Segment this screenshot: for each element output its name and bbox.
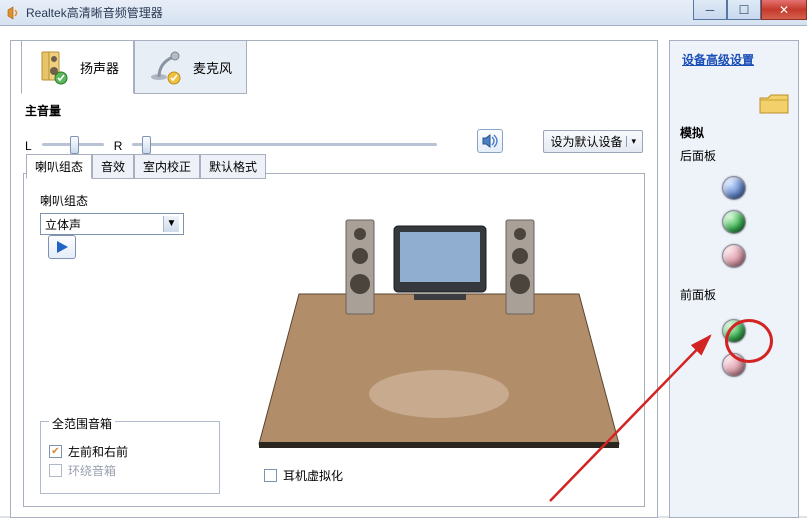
balance-slider[interactable] xyxy=(42,135,104,153)
set-default-label: 设为默认设备 xyxy=(550,133,622,150)
main-panel: 扬声器 麦克风 主音量 L R xyxy=(10,40,658,518)
rear-panel-label: 后面板 xyxy=(670,145,798,166)
play-icon xyxy=(55,240,69,254)
device-tabs: 扬声器 麦克风 xyxy=(21,40,657,94)
mute-button[interactable] xyxy=(477,129,503,153)
side-panel: 设备高级设置 模拟 后面板 前面板 xyxy=(669,40,799,518)
tab-room-correction[interactable]: 室内校正 xyxy=(134,154,200,179)
tab-microphone-label: 麦克风 xyxy=(193,58,232,77)
balance-right-label: R xyxy=(114,139,123,153)
headphone-virtualization-row: 耳机虚拟化 xyxy=(264,467,343,484)
front-lr-label: 左前和右前 xyxy=(68,443,128,460)
rear-jack-green[interactable] xyxy=(722,210,746,234)
microphone-icon xyxy=(149,49,185,85)
room-preview xyxy=(254,184,624,464)
full-range-group: 全范围音箱 ✔ 左前和右前 环绕音箱 xyxy=(40,421,220,494)
title-bar: Realtek高清晰音频管理器 ─ ☐ ✕ xyxy=(0,0,807,26)
config-tabs: 喇叭组态 音效 室内校正 默认格式 xyxy=(26,154,646,179)
surround-checkbox xyxy=(49,464,62,477)
test-play-button[interactable] xyxy=(48,235,76,259)
tab-speakers-label: 扬声器 xyxy=(80,58,119,77)
tab-speaker-config[interactable]: 喇叭组态 xyxy=(26,154,92,179)
speaker-config-block: 喇叭组态 立体声 ▼ xyxy=(40,192,220,259)
headphone-virtualization-label: 耳机虚拟化 xyxy=(283,467,343,484)
speaker-config-selected: 立体声 xyxy=(45,216,81,233)
speaker-config-label: 喇叭组态 xyxy=(40,192,220,209)
main-volume-slider[interactable] xyxy=(132,135,467,153)
minimize-button[interactable]: ─ xyxy=(693,0,727,20)
rear-jack-blue[interactable] xyxy=(722,176,746,200)
full-range-title: 全范围音箱 xyxy=(49,415,115,432)
tab-sound-effects[interactable]: 音效 xyxy=(92,154,134,179)
tab-default-format[interactable]: 默认格式 xyxy=(200,154,266,179)
app-icon xyxy=(6,6,20,20)
volume-title: 主音量 xyxy=(25,102,643,119)
balance-left-label: L xyxy=(25,139,32,153)
window-title: Realtek高清晰音频管理器 xyxy=(26,4,163,21)
front-lr-checkbox[interactable]: ✔ xyxy=(49,445,62,458)
tab-microphone[interactable]: 麦克风 xyxy=(134,40,247,94)
folder-icon[interactable] xyxy=(758,93,790,115)
headphone-virtualization-checkbox[interactable] xyxy=(264,469,277,482)
content-area: 扬声器 麦克风 主音量 L R xyxy=(0,26,807,516)
speaker-config-select[interactable]: 立体声 ▼ xyxy=(40,213,184,235)
window-buttons: ─ ☐ ✕ xyxy=(693,0,807,20)
close-button[interactable]: ✕ xyxy=(761,0,807,20)
config-frame: 喇叭组态 音效 室内校正 默认格式 喇叭组态 立体声 ▼ xyxy=(23,173,645,507)
rear-jack-pink[interactable] xyxy=(722,244,746,268)
surround-label: 环绕音箱 xyxy=(68,462,116,479)
annotation-circle xyxy=(725,319,773,363)
chevron-down-icon: ▼ xyxy=(163,216,179,232)
tab-speakers[interactable]: 扬声器 xyxy=(21,40,134,94)
front-panel-label: 前面板 xyxy=(670,284,798,305)
speaker-sound-icon xyxy=(481,133,499,149)
analog-title: 模拟 xyxy=(670,120,798,145)
maximize-button[interactable]: ☐ xyxy=(727,0,761,20)
speakers-icon xyxy=(36,49,72,85)
set-default-device-button[interactable]: 设为默认设备 ▾ xyxy=(543,130,643,153)
advanced-settings-link[interactable]: 设备高级设置 xyxy=(670,41,798,78)
chevron-down-icon: ▾ xyxy=(626,136,636,147)
volume-row: L R 设为默认设备 ▾ xyxy=(11,119,657,159)
